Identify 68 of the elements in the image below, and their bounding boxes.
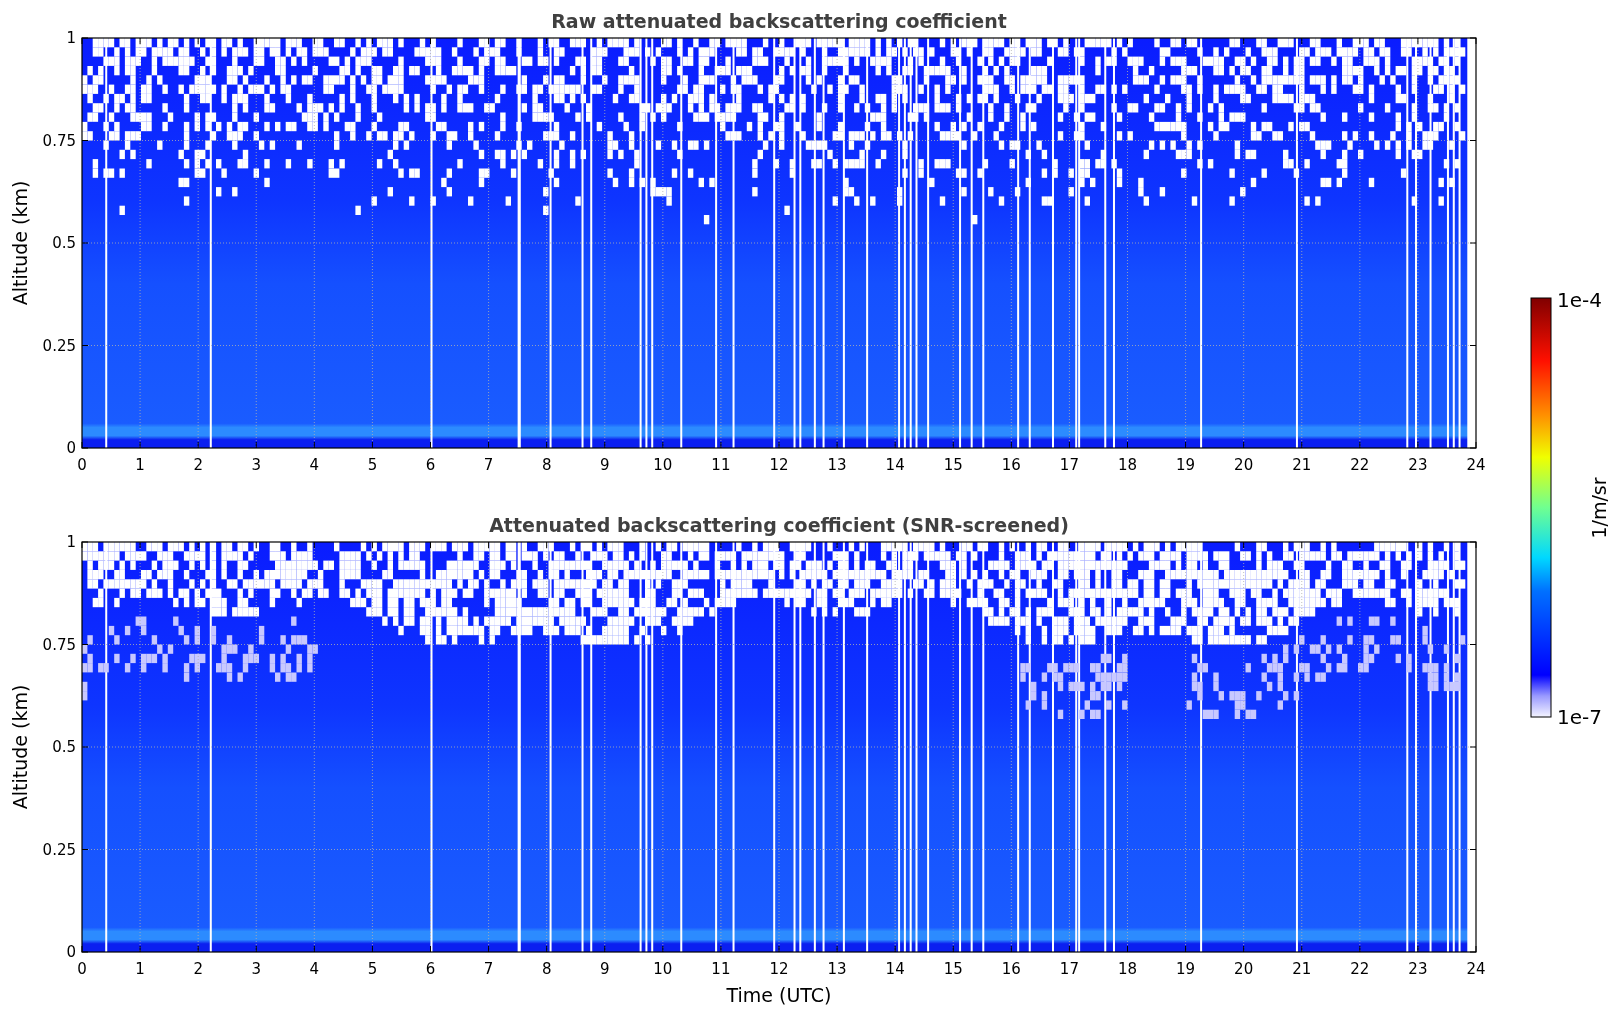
tick-label: 9 [600,960,610,978]
tick-label: 21 [1292,960,1312,978]
tick-label: 20 [1234,456,1254,474]
tick-label: 9 [600,456,610,474]
tick-label: 0.5 [52,234,76,252]
tick-label: 11 [711,456,731,474]
tick-label: 2 [193,960,203,978]
tick-label: 0.75 [42,635,76,654]
tick-label: 0 [77,960,87,978]
tick-label: 13 [827,456,847,474]
tick-label: 14 [885,456,905,474]
tick-label: 4 [309,960,320,978]
tick-label: 10 [653,456,673,474]
axis-label: Time (UTC) [726,984,832,1006]
tick-label: 12 [769,960,789,978]
tick-label: 15 [943,960,963,978]
tick-label: 0.25 [42,840,76,859]
tick-label: 5 [367,960,378,978]
tick-label: 0.75 [42,131,76,150]
tick-label: 18 [1117,960,1138,978]
colorbar-label: 1/m/sr [1588,477,1610,539]
tick-label: 14 [885,960,905,978]
tick-label: 8 [541,960,552,978]
tick-label: 7 [483,456,494,474]
tick-label: 3 [251,456,261,474]
tick-label: 8 [541,456,552,474]
tick-label: 0 [66,943,76,961]
tick-label: 24 [1466,456,1486,474]
tick-label: 0.5 [52,738,76,756]
axis-label: Altitude (km) [9,684,31,810]
axis-label: Altitude (km) [9,180,31,306]
tick-label: 21 [1292,456,1312,474]
tick-label: 1 [135,960,145,978]
tick-label: 12 [769,456,789,474]
tick-label: 24 [1466,960,1486,978]
tick-label: 10 [653,960,673,978]
colorbar-max-label: 1e-4 [1557,288,1602,312]
tick-label: 22 [1350,960,1370,978]
chart-title: Raw attenuated backscattering coefficient [551,10,1007,32]
tick-label: 15 [943,456,963,474]
tick-label: 0.25 [42,336,76,355]
tick-label: 1 [66,533,76,551]
tick-label: 5 [367,456,378,474]
tick-label: 17 [1059,960,1079,978]
tick-label: 6 [425,960,436,978]
tick-label: 23 [1408,960,1428,978]
tick-label: 16 [1001,960,1021,978]
tick-label: 20 [1234,960,1254,978]
colorbar-min-label: 1e-7 [1557,705,1602,729]
tick-label: 3 [251,960,261,978]
tick-label: 2 [193,456,203,474]
tick-label: 16 [1001,456,1021,474]
tick-label: 1 [66,29,76,47]
tick-label: 13 [827,960,847,978]
tick-label: 18 [1117,456,1138,474]
tick-label: 11 [711,960,731,978]
tick-label: 17 [1059,456,1079,474]
tick-label: 7 [483,960,494,978]
tick-label: 19 [1176,960,1196,978]
tick-label: 1 [135,456,145,474]
tick-label: 6 [425,456,436,474]
tick-label: 0 [77,456,87,474]
chart-title: Attenuated backscattering coefficient (SNR-screened) [489,514,1069,536]
tick-label: 0 [66,439,76,457]
tick-label: 22 [1350,456,1370,474]
tick-label: 23 [1408,456,1428,474]
tick-label: 19 [1176,456,1196,474]
tick-label: 4 [309,456,320,474]
